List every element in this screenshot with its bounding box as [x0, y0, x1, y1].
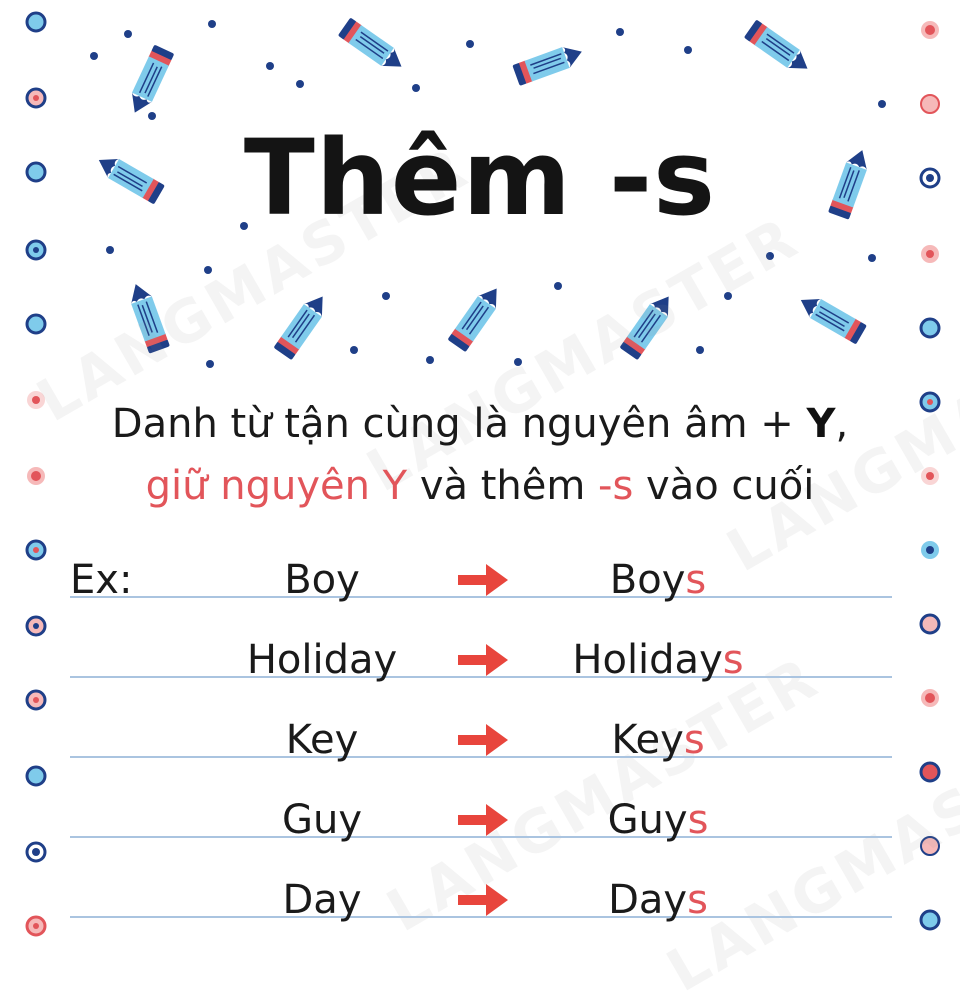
- arrow-right-icon: [458, 804, 508, 836]
- pencil-icon: [337, 16, 409, 77]
- pencil-icon: [446, 281, 507, 353]
- pencil-icon: [511, 40, 587, 87]
- example-row: Day Days: [0, 876, 960, 926]
- arrow-right-icon: [458, 644, 508, 676]
- pencil-icon: [794, 289, 868, 346]
- base-word: Boy: [284, 557, 360, 603]
- description-line-2: giữ nguyên Y và thêm -s vào cuối: [145, 463, 815, 509]
- plural-word: Holidays: [572, 637, 744, 683]
- page-title: Thêm -s: [243, 117, 717, 239]
- plural-word: Boys: [609, 557, 707, 603]
- pencil-icon: [743, 18, 815, 79]
- arrow-right-icon: [458, 724, 508, 756]
- plural-word: Guys: [607, 797, 709, 843]
- example-row: Guy Guys: [0, 796, 960, 846]
- example-row: Holiday Holidays: [0, 636, 960, 686]
- plural-word: Keys: [611, 717, 705, 763]
- base-word: Holiday: [246, 637, 398, 683]
- base-word: Guy: [281, 797, 363, 843]
- plural-word: Days: [608, 877, 708, 923]
- example-row: Key Keys: [0, 716, 960, 766]
- infographic: LANGMASTER LANGMASTER LANGMASTER LANGMAS…: [0, 0, 960, 1005]
- base-word: Key: [285, 717, 359, 763]
- example-row: Boy Boys: [0, 556, 960, 606]
- pencil-icon: [124, 43, 176, 119]
- arrow-right-icon: [458, 884, 508, 916]
- arrow-right-icon: [458, 564, 508, 596]
- description-line-1: Danh từ tận cùng là nguyên âm + Y,: [111, 401, 849, 447]
- base-word: Day: [282, 877, 362, 923]
